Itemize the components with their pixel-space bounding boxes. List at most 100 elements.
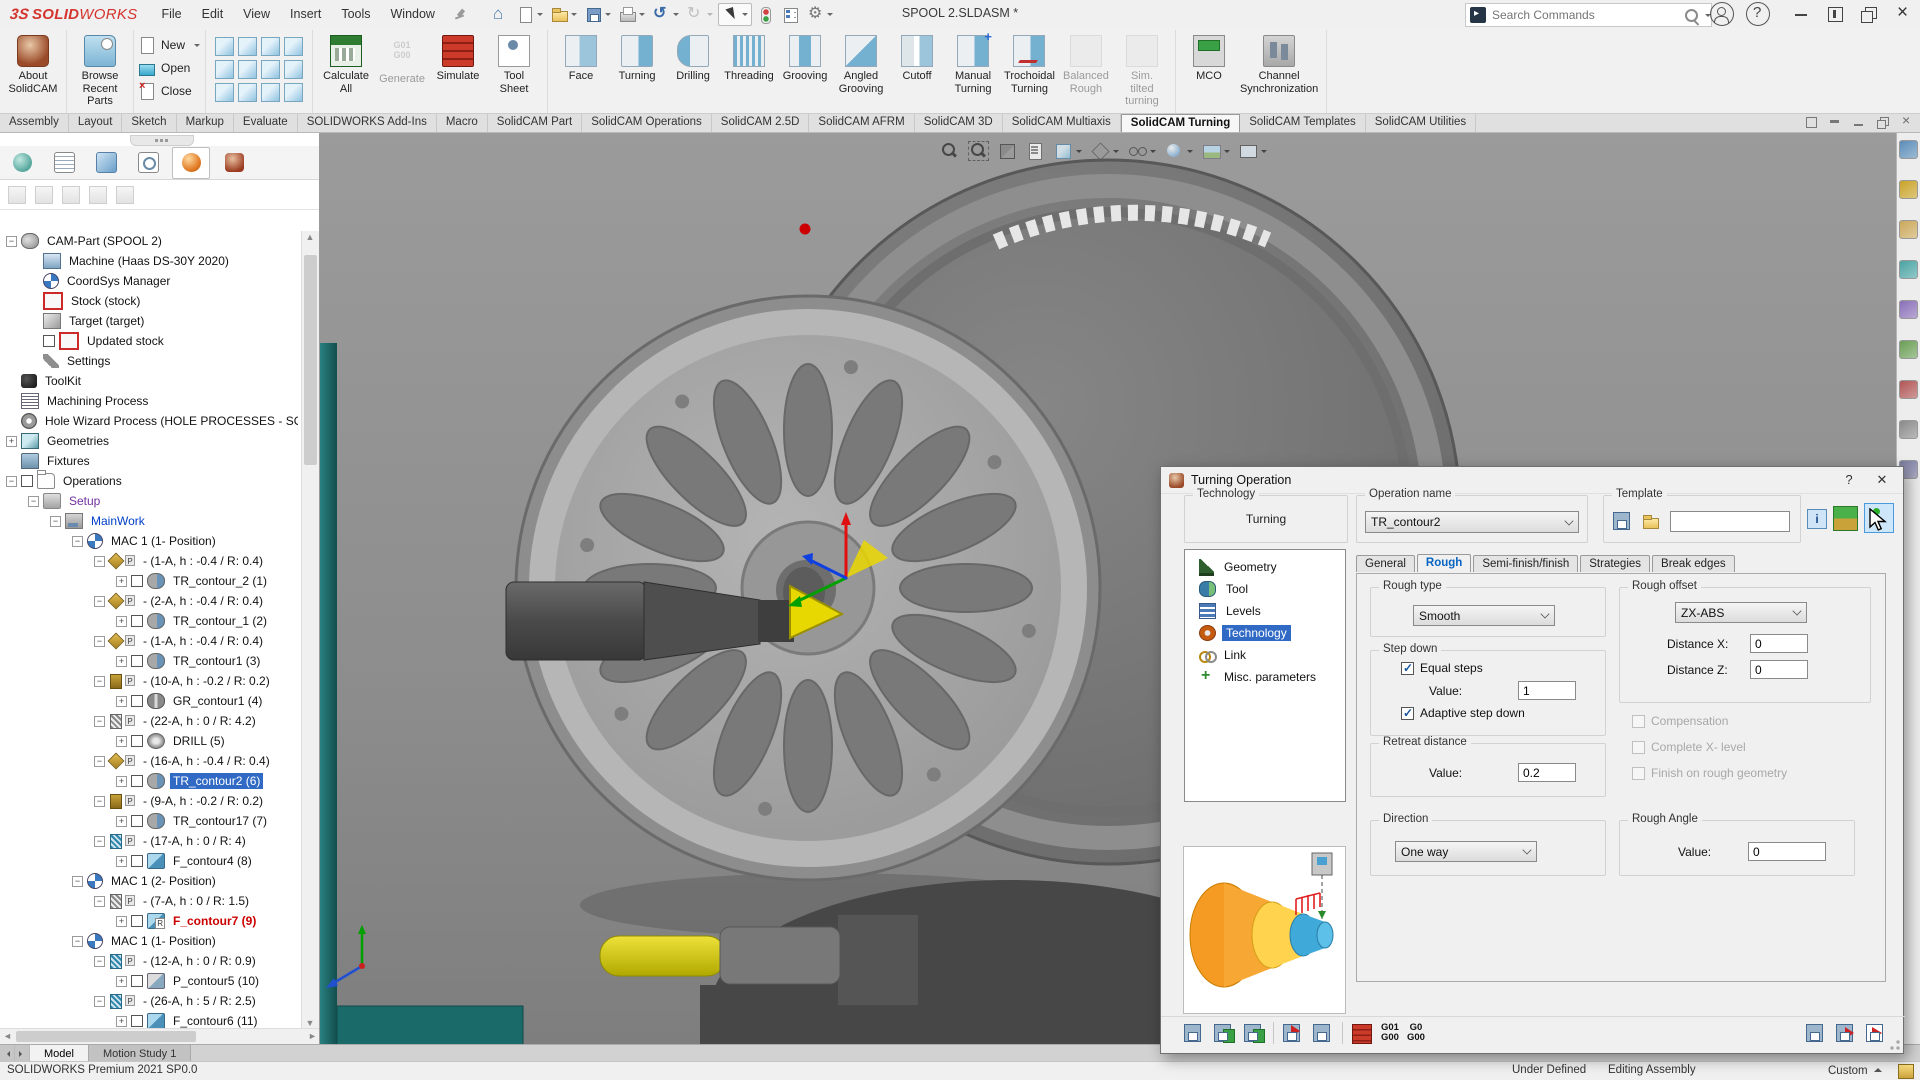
item-checkbox[interactable] xyxy=(43,335,55,347)
manager-tab-property-manager[interactable] xyxy=(88,148,124,178)
scroll-right-icon[interactable]: ► xyxy=(306,1030,319,1043)
item-checkbox[interactable] xyxy=(131,975,143,987)
tab-macro[interactable]: Macro xyxy=(437,114,488,132)
close-button[interactable] xyxy=(1886,0,1920,28)
select-button[interactable] xyxy=(718,3,752,26)
exit-button[interactable] xyxy=(1865,1023,1887,1043)
expand-icon[interactable]: + xyxy=(116,1016,127,1027)
dropdown-caret-icon[interactable] xyxy=(605,13,611,19)
rebuild-button[interactable] xyxy=(754,4,777,25)
expand-icon[interactable]: + xyxy=(116,736,127,747)
save-add-button[interactable] xyxy=(1312,1023,1334,1043)
open-button[interactable] xyxy=(548,4,580,25)
dialog-tab-general[interactable]: General xyxy=(1356,555,1415,572)
save-button[interactable] xyxy=(582,4,614,25)
trochoidal-turning-button[interactable]: Trochoidal Turning xyxy=(1001,33,1058,97)
view-cube-icon[interactable] xyxy=(284,37,303,56)
close-button[interactable]: Close xyxy=(139,81,200,101)
section-view-button[interactable] xyxy=(998,142,1017,160)
about-solidcam-button[interactable]: About SolidCAM xyxy=(5,33,61,97)
template-open-icon[interactable] xyxy=(1642,513,1659,530)
expand-icon[interactable]: + xyxy=(116,776,127,787)
collapse-icon[interactable]: − xyxy=(94,896,105,907)
tree-item-geometries[interactable]: +Geometries xyxy=(0,431,298,451)
view-cube-icon[interactable] xyxy=(261,37,280,56)
face-button[interactable]: Face xyxy=(553,33,609,85)
pin-menu-icon[interactable] xyxy=(453,7,467,21)
options-list-button[interactable] xyxy=(779,4,802,25)
status-tag-icon[interactable] xyxy=(1898,1064,1914,1079)
home-button[interactable] xyxy=(489,4,512,25)
zoom-area-button[interactable] xyxy=(968,141,989,161)
tree-item-cam-part-spool-2[interactable]: −CAM-Part (SPOOL 2) xyxy=(0,231,298,251)
doc-pin-icon[interactable] xyxy=(1804,115,1818,129)
dropdown-caret-icon[interactable] xyxy=(537,13,543,19)
collapse-icon[interactable]: − xyxy=(94,676,105,687)
expand-icon[interactable]: + xyxy=(116,976,127,987)
tree-item-17-a-h-0-r-4[interactable]: −- (17-A, h : 0 / R: 4) xyxy=(0,831,298,851)
view-cube-icon[interactable] xyxy=(284,83,303,102)
menu-view[interactable]: View xyxy=(233,0,280,28)
tab-solidcam-templates[interactable]: SolidCAM Templates xyxy=(1240,114,1366,132)
panel-collapse-handle[interactable] xyxy=(130,135,194,146)
display-style-button[interactable] xyxy=(1091,142,1119,160)
scroll-left-icon[interactable]: ◄ xyxy=(1,1030,14,1043)
collapse-icon[interactable]: − xyxy=(6,476,17,487)
channel-synchronization-button[interactable]: Channel Synchronization xyxy=(1237,33,1321,97)
tab-layout[interactable]: Layout xyxy=(69,114,123,132)
nav-item-tool[interactable]: Tool xyxy=(1185,578,1345,600)
view-settings-button[interactable] xyxy=(1239,142,1267,160)
manager-tab-configuration-manager[interactable] xyxy=(130,148,166,178)
menu-tools[interactable]: Tools xyxy=(331,0,380,28)
manager-tab-solidcam-tool[interactable] xyxy=(216,148,252,178)
item-checkbox[interactable] xyxy=(131,655,143,667)
operation-name-combobox[interactable]: TR_contour2 xyxy=(1365,511,1579,533)
tab-markup[interactable]: Markup xyxy=(177,114,234,132)
nav-item-geometry[interactable]: Geometry xyxy=(1185,556,1345,578)
expand-icon[interactable]: + xyxy=(116,856,127,867)
threading-button[interactable]: Threading xyxy=(721,33,777,85)
expand-icon[interactable]: + xyxy=(116,656,127,667)
dialog-tab-strategies[interactable]: Strategies xyxy=(1580,555,1650,572)
collapse-icon[interactable]: − xyxy=(28,496,39,507)
expand-icon[interactable]: + xyxy=(116,696,127,707)
zoom-fit-button[interactable] xyxy=(940,142,959,160)
drilling-button[interactable]: Drilling xyxy=(665,33,721,85)
tree-item-9-a-h-0-2-r-0-2[interactable]: −- (9-A, h : -0.2 / R: 0.2) xyxy=(0,791,298,811)
recycle-icon[interactable] xyxy=(1899,420,1918,439)
view-cube-icon[interactable] xyxy=(261,60,280,79)
search-input[interactable] xyxy=(1490,7,1685,23)
tab-evaluate[interactable]: Evaluate xyxy=(234,114,298,132)
item-checkbox[interactable] xyxy=(21,475,33,487)
tab-scroll-right-icon[interactable] xyxy=(15,1045,30,1062)
tree-item-f-contour4-8[interactable]: +F_contour4 (8) xyxy=(0,851,298,871)
tab-solidworks-add-ins[interactable]: SOLIDWORKS Add-Ins xyxy=(298,114,437,132)
tree-item-tr-contour17-7[interactable]: +TR_contour17 (7) xyxy=(0,811,298,831)
tree-item-10-a-h-0-2-r-0-2[interactable]: −- (10-A, h : -0.2 / R: 0.2) xyxy=(0,671,298,691)
distance-z-field[interactable] xyxy=(1750,660,1808,679)
menu-window[interactable]: Window xyxy=(381,0,445,28)
item-checkbox[interactable] xyxy=(131,915,143,927)
tree-item-drill-5[interactable]: +DRILL (5) xyxy=(0,731,298,751)
tab-solidcam-3d[interactable]: SolidCAM 3D xyxy=(915,114,1003,132)
grooving-button[interactable]: Grooving xyxy=(777,33,833,85)
edit-appearance-button[interactable] xyxy=(1165,142,1193,160)
manager-tab-display-manager[interactable] xyxy=(172,147,210,179)
tab-assembly[interactable]: Assembly xyxy=(0,114,69,132)
tree-item-fixtures[interactable]: Fixtures xyxy=(0,451,298,471)
equal-steps-checkbox[interactable]: Equal steps xyxy=(1401,661,1483,675)
item-checkbox[interactable] xyxy=(131,615,143,627)
item-checkbox[interactable] xyxy=(131,695,143,707)
direction-combobox[interactable]: One way xyxy=(1395,841,1537,862)
nav-item-technology[interactable]: Technology xyxy=(1185,622,1345,644)
menu-file[interactable]: File xyxy=(151,0,191,28)
dropdown-caret-icon[interactable] xyxy=(1076,150,1082,156)
tree-item-setup[interactable]: −Setup xyxy=(0,491,298,511)
doc-close-icon[interactable] xyxy=(1900,115,1914,129)
new-button[interactable]: New xyxy=(139,35,200,55)
search-icon[interactable] xyxy=(1685,9,1698,22)
reference-point[interactable] xyxy=(800,224,811,235)
tool-sheet-button[interactable]: Tool Sheet xyxy=(486,33,542,97)
dropdown-caret-icon[interactable] xyxy=(1261,150,1267,156)
collapse-icon[interactable]: − xyxy=(94,956,105,967)
